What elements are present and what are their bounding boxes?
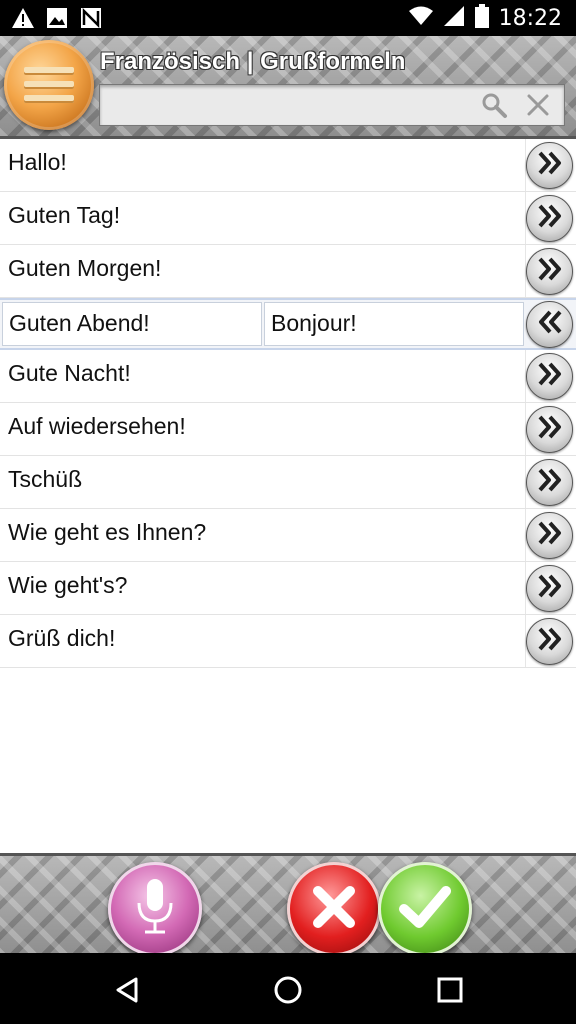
phrase-label: Tschüß [8, 466, 83, 492]
double-chevron-right-icon [536, 626, 564, 657]
list-item[interactable]: Grüß dich! [0, 615, 576, 668]
status-bar: 18:22 [0, 0, 576, 36]
collapse-button[interactable] [526, 301, 573, 348]
hamburger-icon [24, 61, 74, 109]
phrase-label: Gute Nacht! [8, 360, 131, 386]
german-cell: Guten Abend! [2, 302, 262, 346]
list-item[interactable]: Hallo! [0, 139, 576, 192]
confirm-button[interactable] [378, 862, 472, 956]
menu-button[interactable] [4, 40, 94, 130]
expand-button[interactable] [526, 142, 573, 189]
expand-button[interactable] [526, 406, 573, 453]
warning-icon [10, 5, 36, 31]
expand-button[interactable] [526, 353, 573, 400]
recents-icon[interactable] [435, 975, 465, 1005]
search-box [99, 84, 565, 126]
image-icon [44, 5, 70, 31]
phrase-label: Grüß dich! [8, 625, 116, 651]
expand-button[interactable] [526, 512, 573, 559]
list-item[interactable]: Gute Nacht! [0, 350, 576, 403]
expand-button[interactable] [526, 618, 573, 665]
back-icon[interactable] [112, 975, 142, 1005]
cancel-button[interactable] [287, 862, 381, 956]
bottom-toolbar [0, 853, 576, 956]
microphone-icon [133, 877, 177, 942]
app-header: Französisch | Grußformeln [0, 36, 576, 139]
double-chevron-right-icon [536, 414, 564, 445]
home-icon[interactable] [273, 975, 303, 1005]
double-chevron-right-icon [536, 203, 564, 234]
phrase-label: Wie geht es Ihnen? [8, 519, 207, 545]
navigation-bar [0, 953, 576, 1024]
page-title: Französisch | Grußformeln [100, 48, 406, 75]
clear-icon[interactable] [524, 91, 552, 119]
list-item[interactable]: Wie geht es Ihnen? [0, 509, 576, 562]
phrase-label: Guten Abend! [9, 310, 150, 336]
search-icon[interactable] [480, 91, 508, 119]
list-item[interactable]: Guten Morgen! [0, 245, 576, 298]
double-chevron-left-icon [536, 309, 564, 340]
double-chevron-right-icon [536, 467, 564, 498]
expand-button[interactable] [526, 565, 573, 612]
phrase-label: Wie geht's? [8, 572, 128, 598]
battery-icon [474, 4, 489, 33]
phrase-label: Auf wiedersehen! [8, 413, 186, 439]
double-chevron-right-icon [536, 520, 564, 551]
search-input[interactable] [106, 89, 470, 121]
expand-button[interactable] [526, 459, 573, 506]
french-cell: Bonjour! [264, 302, 524, 346]
list-item[interactable]: Wie geht's? [0, 562, 576, 615]
double-chevron-right-icon [536, 361, 564, 392]
check-icon [399, 883, 451, 936]
list-item[interactable]: Tschüß [0, 456, 576, 509]
notification-icons [10, 5, 104, 31]
list-item-expanded[interactable]: Guten Abend! Bonjour! [0, 298, 576, 350]
list-item[interactable]: Auf wiedersehen! [0, 403, 576, 456]
microphone-button[interactable] [108, 862, 202, 956]
double-chevron-right-icon [536, 150, 564, 181]
phrase-label: Hallo! [8, 149, 67, 175]
cellular-icon [443, 5, 465, 32]
phrase-label: Guten Tag! [8, 202, 121, 228]
double-chevron-right-icon [536, 573, 564, 604]
expand-button[interactable] [526, 248, 573, 295]
double-chevron-right-icon [536, 256, 564, 287]
phrase-list: Hallo! Guten Tag! Guten Morgen! Guten Ab… [0, 139, 576, 853]
wifi-icon [408, 6, 433, 31]
no-signal-icon [78, 5, 104, 31]
cancel-icon [310, 883, 358, 936]
list-item[interactable]: Guten Tag! [0, 192, 576, 245]
translation-label: Bonjour! [271, 310, 357, 336]
status-time: 18:22 [498, 6, 562, 31]
expand-button[interactable] [526, 195, 573, 242]
phrase-label: Guten Morgen! [8, 255, 162, 281]
